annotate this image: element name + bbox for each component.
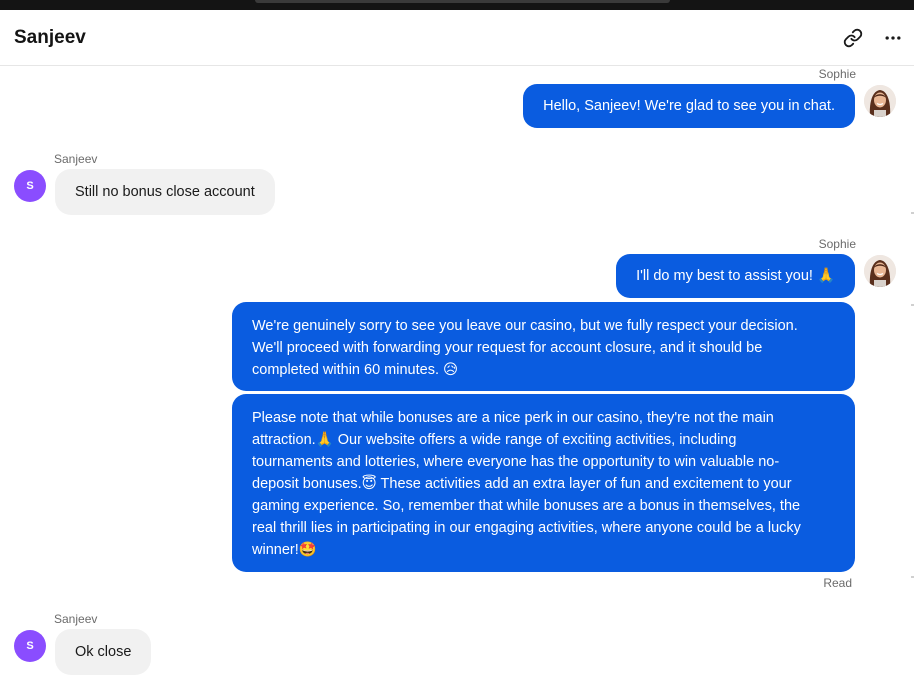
message-line: real thrill lies in participating in our… xyxy=(252,520,801,536)
agent-avatar xyxy=(864,255,896,287)
message-line: gaming experience. So, remember that whi… xyxy=(252,498,801,514)
user-avatar: S xyxy=(14,630,46,662)
sender-name: Sophie xyxy=(818,237,856,251)
sender-name: Sanjeev xyxy=(54,152,98,166)
message-line: We'll proceed with forwarding your reque… xyxy=(252,340,763,356)
agent-avatar xyxy=(864,85,896,117)
message-bubble-incoming: Ok close xyxy=(55,629,152,675)
top-handle xyxy=(255,0,670,3)
sender-name: Sophie xyxy=(818,67,856,81)
message-line: Please note that while bonuses are a nic… xyxy=(252,410,774,426)
message-bubble-outgoing: We're genuinely sorry to see you leave o… xyxy=(232,302,855,391)
link-icon[interactable] xyxy=(841,26,865,50)
message-bubble-outgoing: I'll do my best to assist you! 🙏 xyxy=(616,254,855,298)
sender-name: Sanjeev xyxy=(54,612,98,626)
message-line: tournaments and lotteries, where everyon… xyxy=(252,454,780,470)
message-list[interactable]: Sophie Hello, Sanjeev! We're glad to see… xyxy=(0,66,914,683)
more-options-icon[interactable] xyxy=(881,26,905,50)
message-bubble-outgoing: Please note that while bonuses are a nic… xyxy=(232,394,855,572)
user-avatar: S xyxy=(14,170,46,202)
chat-title: Sanjeev xyxy=(14,27,86,48)
message-line: completed within 60 minutes. 😥 xyxy=(252,362,459,378)
read-receipt: Read xyxy=(823,576,852,590)
window-top-strip xyxy=(0,0,914,10)
message-bubble-outgoing: Hello, Sanjeev! We're glad to see you in… xyxy=(523,84,855,128)
message-line: We're genuinely sorry to see you leave o… xyxy=(252,318,798,334)
message-line: deposit bonuses.😇 These activities add a… xyxy=(252,476,792,492)
message-line: attraction.🙏 Our website offers a wide r… xyxy=(252,432,737,448)
message-bubble-incoming: Still no bonus close account xyxy=(55,169,275,215)
message-line: winner!🤩 xyxy=(252,542,317,558)
chat-header: Sanjeev xyxy=(0,10,914,66)
